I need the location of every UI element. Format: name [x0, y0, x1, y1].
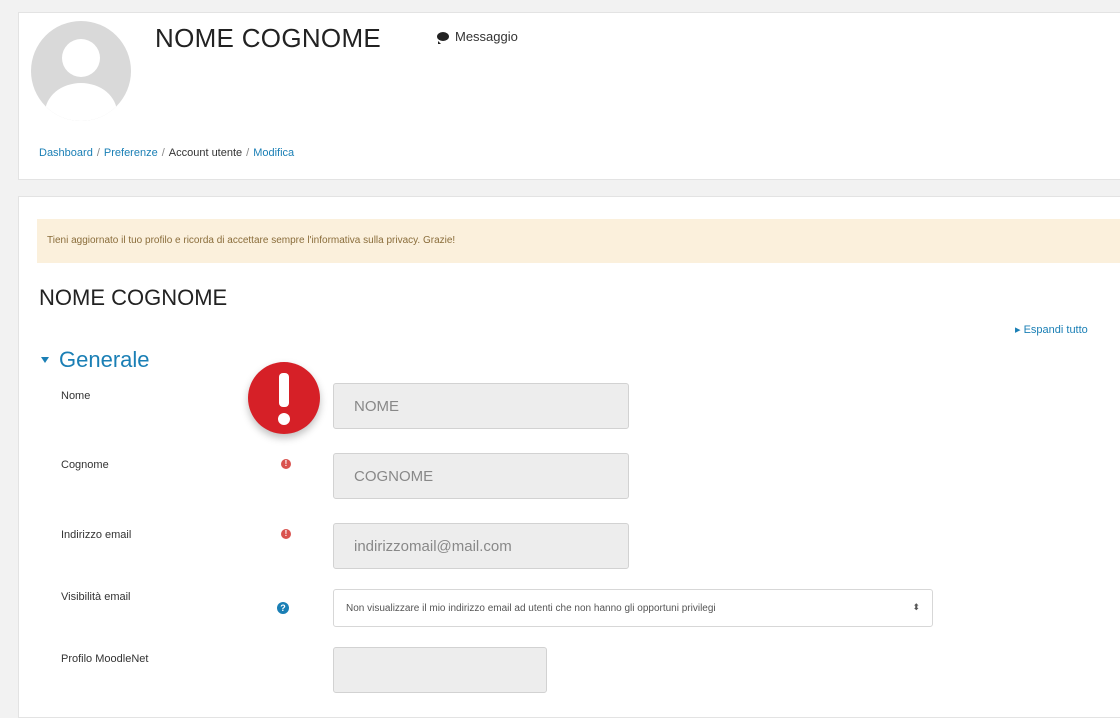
section-title: Generale: [59, 347, 150, 372]
nome-input[interactable]: NOME: [333, 383, 629, 429]
expand-all-link[interactable]: ▸ Espandi tutto: [1015, 323, 1088, 336]
nome-label: Nome: [61, 390, 91, 402]
speech-bubble-icon: [437, 32, 449, 44]
email-visibility-select[interactable]: Non visualizzare il mio indirizzo email …: [333, 589, 933, 627]
exclamation-bar: [279, 373, 289, 407]
exclamation-alert-icon: [248, 362, 320, 434]
breadcrumb: Dashboard / Preferenze / Account utente / Modi…: [39, 147, 295, 159]
message-link[interactable]: Messaggio: [437, 29, 518, 44]
moodlenet-input[interactable]: [333, 647, 547, 693]
avatar-body: [45, 83, 117, 121]
cognome-input[interactable]: COGNOME: [333, 453, 629, 499]
page-title: NOME COGNOME: [39, 285, 228, 310]
email-visibility-value: Non visualizzare il mio indirizzo email …: [346, 602, 716, 614]
notice-banner: Tieni aggiornato il tuo profilo e ricord…: [37, 219, 1120, 263]
caret-down-icon: [41, 357, 49, 363]
select-arrow-icon: ⬍: [912, 602, 920, 612]
expand-all-label: Espandi tutto: [1023, 324, 1088, 336]
moodlenet-label: Profilo MoodleNet: [61, 653, 149, 665]
required-icon: !: [281, 459, 291, 469]
email-input[interactable]: indirizzomail@mail.com: [333, 523, 629, 569]
exclamation-dot: [278, 413, 290, 425]
profile-edit-form: Tieni aggiornato il tuo profilo e ricord…: [18, 196, 1120, 718]
avatar-head: [62, 39, 100, 77]
message-label: Messaggio: [455, 29, 518, 44]
breadcrumb-dashboard[interactable]: Dashboard: [39, 147, 93, 159]
help-icon[interactable]: ?: [277, 602, 289, 614]
user-name: NOME COGNOME: [155, 23, 382, 53]
user-avatar[interactable]: [31, 21, 131, 121]
breadcrumb-account[interactable]: Account utente: [169, 147, 242, 159]
breadcrumb-preferenze[interactable]: Preferenze: [104, 147, 158, 159]
cognome-label: Cognome: [61, 459, 109, 471]
breadcrumb-modifica[interactable]: Modifica: [253, 147, 294, 159]
page-header: NOME COGNOME Messaggio Dashboard / Prefere…: [18, 12, 1120, 180]
email-label: Indirizzo email: [61, 529, 132, 541]
email-visibility-label: Visibilità email: [61, 591, 131, 603]
required-icon: !: [281, 529, 291, 539]
section-toggle-generale[interactable]: Generale: [41, 347, 150, 373]
